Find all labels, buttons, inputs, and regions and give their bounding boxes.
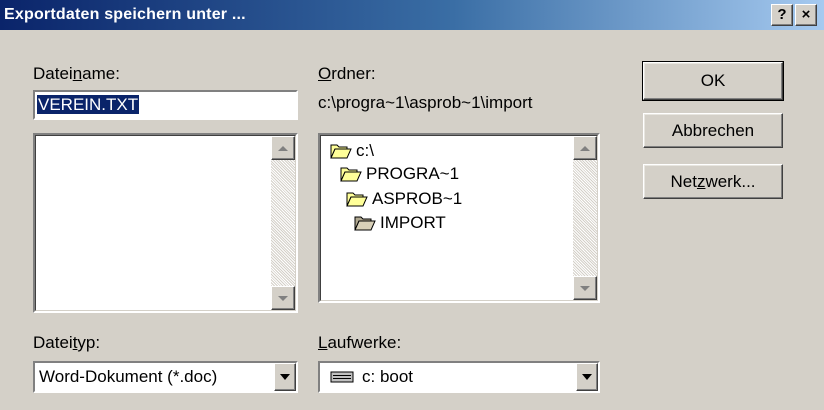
help-button[interactable]: ? xyxy=(771,4,793,26)
folder-item[interactable]: ASPROB~1 xyxy=(346,188,462,210)
folder-name: PROGRA~1 xyxy=(366,164,460,183)
arrow-down-icon xyxy=(580,285,590,291)
window-title: Exportdaten speichern unter ... xyxy=(4,6,246,23)
ok-button[interactable]: OK xyxy=(642,61,784,101)
open-folder-icon xyxy=(346,192,368,207)
scroll-up-button[interactable] xyxy=(573,136,597,160)
scroll-down-button[interactable] xyxy=(573,276,597,300)
folder-tree[interactable]: c:\ PROGRA~1 ASPROB~1 IMPORT xyxy=(318,133,600,303)
folder-name: c:\ xyxy=(356,141,374,160)
drive-value: c: boot xyxy=(330,367,413,387)
filetype-dropdown-button[interactable] xyxy=(274,363,296,391)
close-button[interactable]: × xyxy=(795,4,817,26)
open-folder-icon xyxy=(330,144,352,159)
drive-select[interactable]: c: boot xyxy=(318,361,600,393)
folder-name: ASPROB~1 xyxy=(372,189,463,208)
file-list[interactable] xyxy=(33,133,298,313)
scroll-up-button[interactable] xyxy=(271,136,295,160)
drives-label: Laufwerke: xyxy=(318,333,402,352)
title-bar[interactable]: Exportdaten speichern unter ... ? × xyxy=(0,0,824,30)
open-folder-icon xyxy=(340,167,362,182)
current-path: c:\progra~1\asprob~1\import xyxy=(318,93,533,112)
arrow-down-icon xyxy=(278,295,288,301)
filename-label: Dateiname: xyxy=(33,64,120,83)
scroll-down-button[interactable] xyxy=(271,286,295,310)
chevron-down-icon xyxy=(582,374,592,380)
open-folder-selected-icon xyxy=(354,216,376,231)
drive-dropdown-button[interactable] xyxy=(576,363,598,391)
network-button[interactable]: Netzwerk... xyxy=(643,164,783,199)
hard-drive-icon xyxy=(330,371,354,383)
cancel-button[interactable]: Abbrechen xyxy=(643,113,783,148)
folder-item[interactable]: c:\ xyxy=(330,140,374,162)
filetype-value: Word-Dokument (*.doc) xyxy=(39,367,218,386)
arrow-up-icon xyxy=(580,145,590,151)
folder-name: IMPORT xyxy=(380,213,446,232)
folder-tree-scrollbar[interactable] xyxy=(573,136,597,300)
folder-item-selected[interactable]: IMPORT xyxy=(354,212,446,234)
filename-value: VEREIN.TXT xyxy=(37,95,140,114)
folder-item[interactable]: PROGRA~1 xyxy=(340,163,459,185)
folder-label: Ordner: xyxy=(318,64,376,83)
file-list-scrollbar[interactable] xyxy=(271,136,295,310)
filetype-select[interactable]: Word-Dokument (*.doc) xyxy=(33,361,298,393)
arrow-up-icon xyxy=(278,145,288,151)
filename-input[interactable]: VEREIN.TXT xyxy=(33,90,298,120)
filetype-label: Dateityp: xyxy=(33,333,101,352)
chevron-down-icon xyxy=(280,374,290,380)
